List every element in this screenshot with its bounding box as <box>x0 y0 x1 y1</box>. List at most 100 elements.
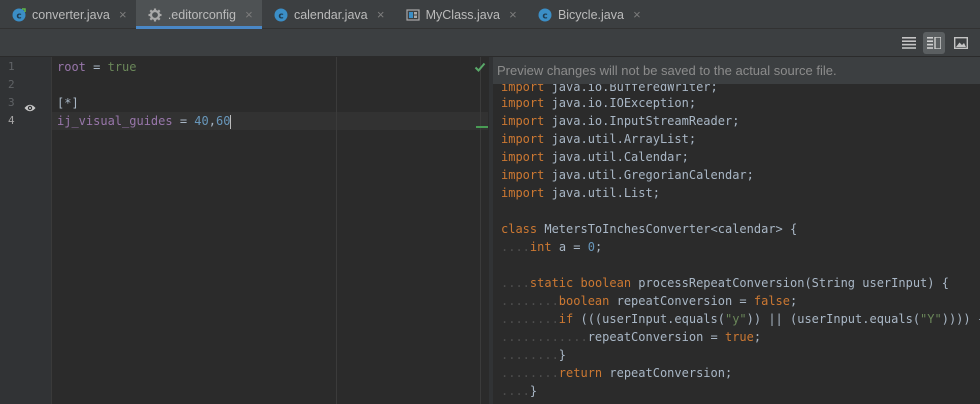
editor-and-preview-icon <box>927 34 942 53</box>
close-icon[interactable]: × <box>632 7 642 22</box>
editor-only-button[interactable] <box>898 32 920 54</box>
eye-icon[interactable] <box>24 98 36 112</box>
tab-editorconfig[interactable]: .editorconfig × <box>135 0 263 29</box>
svg-text:c: c <box>542 11 547 21</box>
editor-gutter: 1 2 3 4 <box>0 57 52 404</box>
code-text: ; <box>753 330 762 344</box>
tab-converter-java[interactable]: c converter.java × <box>0 0 136 29</box>
code-text: ; <box>790 294 798 308</box>
text-caret <box>230 114 232 129</box>
whitespace-marker: ............ <box>501 330 588 344</box>
keyword: true <box>724 330 754 344</box>
java-structure-icon <box>406 8 420 22</box>
comma: , <box>208 114 216 128</box>
code-text: repeatConversion = <box>587 330 725 344</box>
preview-line: ....int a = 0; <box>501 238 602 256</box>
code-text: ; <box>594 240 603 254</box>
preview-toolbar <box>0 29 980 57</box>
tab-label: calendar.java <box>293 7 368 22</box>
preview-line: ....static boolean processRepeatConversi… <box>501 274 949 292</box>
preview-line: ............repeatConversion = true; <box>501 328 761 346</box>
code-line-3: [*] <box>57 94 79 112</box>
string-literal: "y" <box>724 312 747 326</box>
check-icon[interactable] <box>474 58 486 72</box>
tab-label: MyClass.java <box>425 7 500 22</box>
close-icon[interactable]: × <box>508 7 518 22</box>
keyword: boolean <box>573 276 632 290</box>
preview-only-button[interactable] <box>950 32 972 54</box>
preview-line: class MetersToInchesConverter<calendar> … <box>501 220 797 238</box>
java-class-icon: c <box>538 8 552 22</box>
code-editor[interactable]: 1 2 3 4 root = true [*] ij_visual_guides… <box>0 57 488 404</box>
preview-line: import java.io.IOException; <box>501 94 696 112</box>
code-text: java.util.Calendar; <box>544 150 689 164</box>
preview-line: ....} <box>501 382 537 400</box>
svg-text:c: c <box>278 11 283 21</box>
code-text: java.util.GregorianCalendar; <box>544 168 754 182</box>
code-text: a = <box>551 240 588 254</box>
change-marker <box>476 126 488 128</box>
preview-banner: Preview changes will not be saved to the… <box>493 57 980 84</box>
preview-line: import java.util.List; <box>501 184 660 202</box>
number: 0 <box>587 240 595 254</box>
code-text: processRepeatConversion(String userInput… <box>631 276 949 290</box>
preview-line: import java.util.ArrayList; <box>501 130 696 148</box>
keyword: class <box>501 222 538 236</box>
operator: = <box>172 114 195 128</box>
close-icon[interactable]: × <box>118 7 128 22</box>
whitespace-marker: ........ <box>501 294 559 308</box>
config-key: root <box>57 60 86 74</box>
close-icon[interactable]: × <box>376 7 386 22</box>
editor-only-icon <box>902 34 916 53</box>
code-text: )))) { <box>941 312 980 326</box>
whitespace-marker: .... <box>501 276 530 290</box>
code-line-4: ij_visual_guides = 40,60 <box>57 112 232 130</box>
tab-bicycle-java[interactable]: c Bicycle.java × <box>526 0 650 29</box>
keyword: static <box>529 276 574 290</box>
visual-guide-60 <box>480 57 481 404</box>
code-text: java.io.IOException; <box>544 96 697 110</box>
code-line-1: root = true <box>57 58 137 76</box>
config-value: true <box>107 60 137 74</box>
code-text: MetersToInchesConverter<calendar> { <box>537 222 798 236</box>
keyword: import <box>501 132 545 146</box>
whitespace-marker: ........ <box>501 312 559 326</box>
line-number: 3 <box>8 96 15 109</box>
whitespace-marker: .... <box>501 384 530 398</box>
preview-line: import java.util.Calendar; <box>501 148 689 166</box>
preview-only-icon <box>953 34 969 53</box>
code-text: java.util.List; <box>544 186 660 200</box>
tab-label: Bicycle.java <box>557 7 624 22</box>
keyword: boolean <box>558 294 610 308</box>
operator: = <box>85 60 108 74</box>
editor-tab-bar: c converter.java × .editorconfig × c cal… <box>0 0 980 29</box>
code-text: java.io.InputStreamReader; <box>544 114 740 128</box>
code-preview-pane: Preview changes will not be saved to the… <box>493 57 980 404</box>
keyword: if <box>558 312 574 326</box>
whitespace-marker: ........ <box>501 348 559 362</box>
keyword: false <box>753 294 790 308</box>
whitespace-marker: .... <box>501 240 530 254</box>
line-number: 2 <box>8 78 15 91</box>
preview-line: ........return repeatConversion; <box>501 364 732 382</box>
code-text: (((userInput.equals( <box>573 312 725 326</box>
tab-myclass-java[interactable]: MyClass.java × <box>394 0 526 29</box>
visual-guide-40 <box>336 57 337 404</box>
gear-icon <box>148 8 162 22</box>
preview-line: ........boolean repeatConversion = false… <box>501 292 797 310</box>
code-text: repeatConversion = <box>609 294 754 308</box>
config-key: ij_visual_guides <box>57 114 173 128</box>
tab-calendar-java[interactable]: c calendar.java × <box>262 0 394 29</box>
whitespace-marker: ........ <box>501 366 559 380</box>
code-text: )) || (userInput.equals( <box>746 312 921 326</box>
editor-and-preview-button[interactable] <box>923 32 945 54</box>
code-text: } <box>529 384 538 398</box>
config-value: 40 <box>194 114 209 128</box>
svg-text:c: c <box>16 11 21 21</box>
preview-line: ........} <box>501 346 566 364</box>
keyword: int <box>529 240 552 254</box>
keyword: import <box>501 96 545 110</box>
java-class-icon: c <box>12 7 26 22</box>
code-text: } <box>558 348 567 362</box>
close-icon[interactable]: × <box>244 7 254 22</box>
